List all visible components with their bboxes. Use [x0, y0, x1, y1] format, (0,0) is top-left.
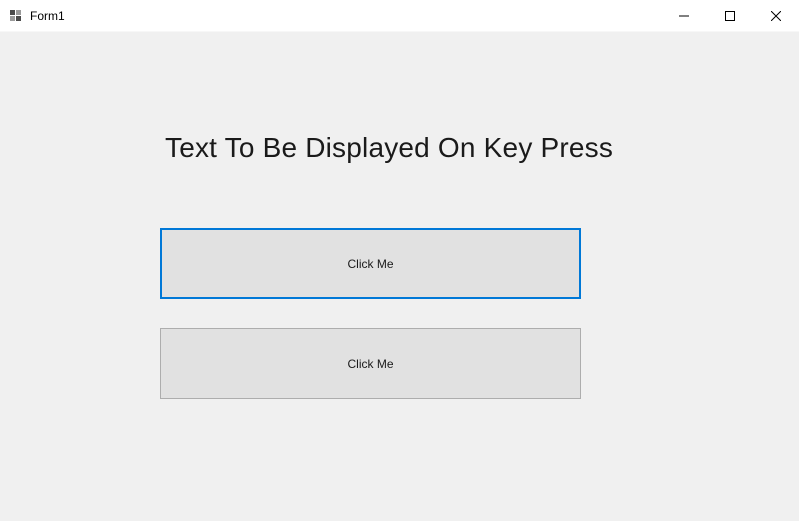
- titlebar-left: Form1: [8, 8, 65, 24]
- titlebar: Form1: [0, 0, 799, 32]
- window-frame: Form1 Text To Be Displayed On Key P: [0, 0, 799, 521]
- maximize-icon: [725, 11, 735, 21]
- main-label: Text To Be Displayed On Key Press: [165, 132, 613, 164]
- app-icon: [8, 8, 24, 24]
- client-area: Text To Be Displayed On Key Press Click …: [0, 32, 799, 521]
- minimize-icon: [679, 11, 689, 21]
- button-1[interactable]: Click Me: [160, 228, 581, 299]
- window-controls: [661, 0, 799, 31]
- window-title: Form1: [30, 9, 65, 23]
- close-icon: [771, 11, 781, 21]
- minimize-button[interactable]: [661, 0, 707, 31]
- button-1-label: Click Me: [347, 257, 393, 271]
- close-button[interactable]: [753, 0, 799, 31]
- button-2[interactable]: Click Me: [160, 328, 581, 399]
- button-2-label: Click Me: [347, 357, 393, 371]
- maximize-button[interactable]: [707, 0, 753, 31]
